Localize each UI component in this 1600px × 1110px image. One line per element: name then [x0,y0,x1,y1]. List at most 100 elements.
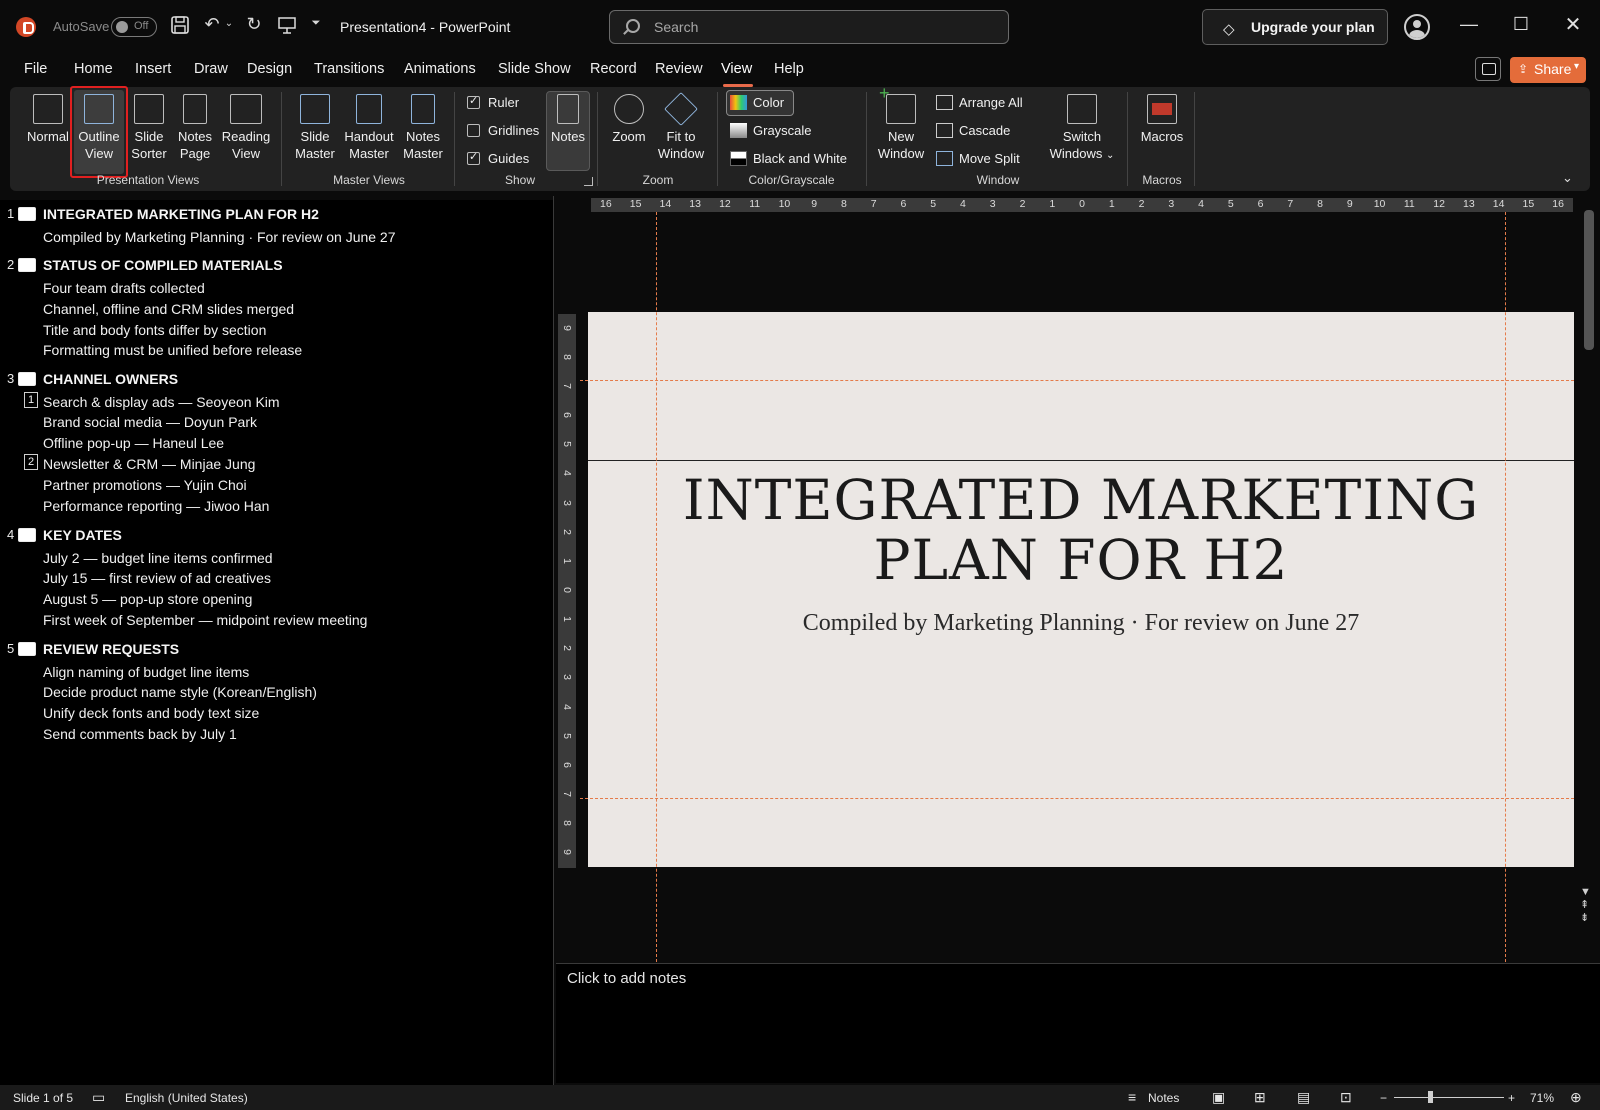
search-box[interactable]: Search [609,10,1009,44]
vertical-guide[interactable] [656,212,657,962]
tab-record[interactable]: Record [590,61,637,77]
vertical-scrollbar[interactable] [1584,210,1594,350]
outline-body-line[interactable]: Brand social media — Doyun Park [43,414,257,430]
customize-qat-icon[interactable]: ⏷ [308,17,324,30]
reading-view-status-icon[interactable]: ▤ [1297,1089,1310,1106]
slide-navigation[interactable]: ▼ ⇞ ⇟ [1580,886,1591,925]
account-avatar[interactable] [1404,14,1430,40]
minimize-icon[interactable]: — [1446,14,1492,35]
tab-insert[interactable]: Insert [135,61,171,77]
outline-slide-title[interactable]: REVIEW REQUESTS [43,641,179,657]
zoom-button[interactable]: Zoom [606,94,652,145]
handout-master-button[interactable]: Handout Master [340,94,398,162]
outline-slide-icon[interactable] [18,372,36,386]
vertical-ruler[interactable]: 9 8 7 6 5 4 3 2 1 0 1 2 3 4 5 6 7 8 9 [558,314,576,868]
outline-body-line[interactable]: Offline pop-up — Haneul Lee [43,435,224,451]
tab-review[interactable]: Review [655,61,703,77]
outline-body-line[interactable]: Newsletter & CRM — Minjae Jung [43,456,255,472]
notes-pane[interactable] [556,963,1600,1083]
zoom-level[interactable]: 71% [1530,1091,1554,1105]
vertical-guide[interactable] [1505,212,1506,962]
checkbox-gridlines[interactable] [467,124,480,137]
previous-slide-icon[interactable]: ⇞ [1580,899,1591,912]
outline-body-line[interactable]: Search & display ads — Seoyeon Kim [43,394,280,410]
slide-subtitle[interactable]: Compiled by Marketing Planning · For rev… [588,610,1574,637]
slide-title[interactable]: INTEGRATED MARKETING PLAN FOR H2 [588,470,1574,590]
tab-transitions[interactable]: Transitions [314,61,384,77]
slide-sorter-status-icon[interactable]: ⊞ [1254,1089,1266,1106]
zoom-slider-thumb[interactable] [1428,1091,1433,1103]
outline-body-line[interactable]: Title and body fonts differ by section [43,322,266,338]
switch-windows-button[interactable]: Switch Windows ⌄ [1046,94,1118,164]
outline-slide-title[interactable]: CHANNEL OWNERS [43,371,178,387]
outline-slide-icon[interactable] [18,642,36,656]
notes-placeholder[interactable]: Click to add notes [567,970,686,987]
arrange-all-button[interactable]: Arrange All [936,95,1023,110]
outline-body-line[interactable]: Align naming of budget line items [43,664,249,680]
outline-body-line[interactable]: Four team drafts collected [43,280,205,296]
slide-sorter-button[interactable]: Slide Sorter [126,94,172,162]
outline-slide-title[interactable]: INTEGRATED MARKETING PLAN FOR H2 [43,206,319,222]
outline-body-line[interactable]: Channel, offline and CRM slides merged [43,301,294,317]
outline-body-line[interactable]: Unify deck fonts and body text size [43,705,259,721]
outline-body-line[interactable]: First week of September — midpoint revie… [43,612,367,628]
slide-master-button[interactable]: Slide Master [290,94,340,162]
zoom-in-button[interactable]: + [1508,1091,1515,1105]
autosave-toggle[interactable]: Off [111,17,157,37]
outline-body-line[interactable]: Performance reporting — Jiwoo Han [43,498,269,514]
color-option[interactable]: Color [730,95,784,110]
save-icon[interactable] [168,15,192,40]
show-dialog-launcher-icon[interactable] [584,177,593,186]
new-window-button[interactable]: + New Window [874,84,928,162]
outline-body-line[interactable]: August 5 — pop-up store opening [43,591,252,607]
notes-toggle-icon[interactable]: ≡ [1128,1089,1136,1105]
normal-view-status-icon[interactable]: ▣ [1212,1089,1225,1106]
tab-help[interactable]: Help [774,61,804,77]
tab-design[interactable]: Design [247,61,292,77]
tab-draw[interactable]: Draw [194,61,228,77]
present-icon[interactable] [275,15,299,40]
redo-icon[interactable]: ↻ [242,14,266,35]
language-indicator[interactable]: English (United States) [125,1091,248,1105]
pane-splitter[interactable] [553,196,554,1085]
upgrade-plan-button[interactable]: ◇ Upgrade your plan [1202,9,1388,45]
outline-slide-icon[interactable] [18,258,36,272]
notes-toggle-label[interactable]: Notes [1148,1091,1179,1105]
next-slide-icon[interactable]: ⇟ [1580,912,1591,925]
macros-button[interactable]: Macros [1136,94,1188,145]
checkbox-guides[interactable] [467,150,480,165]
reading-view-button[interactable]: Reading View [220,94,272,162]
move-split-button[interactable]: Move Split [936,151,1020,166]
outline-view-button[interactable]: Outline View [74,94,124,162]
tab-file[interactable]: File [24,61,47,77]
fit-to-window-button[interactable]: Fit to Window [654,92,708,162]
outline-body-line[interactable]: Compiled by Marketing Planning · For rev… [43,229,396,245]
zoom-slider-track[interactable] [1394,1097,1504,1098]
horizontal-ruler[interactable]: 16 15 14 13 12 11 10 9 8 7 6 5 4 3 2 1 0 1 2 3 4 5 6 7 8 9 10 11 12 1… [591,198,1573,212]
outline-slide-icon[interactable] [18,528,36,542]
outline-slide-title[interactable]: STATUS OF COMPILED MATERIALS [43,257,283,273]
outline-slide-title[interactable]: KEY DATES [43,527,122,543]
slide-canvas[interactable]: INTEGRATED MARKETING PLAN FOR H2 Compile… [588,312,1574,867]
horizontal-guide[interactable] [580,798,1574,799]
maximize-icon[interactable]: ☐ [1498,14,1544,35]
tab-view[interactable]: View [721,61,752,77]
outline-body-line[interactable]: Partner promotions — Yujin Choi [43,477,247,493]
slideshow-status-icon[interactable]: ⊡ [1340,1089,1352,1106]
close-icon[interactable]: ✕ [1550,12,1596,37]
tab-animations[interactable]: Animations [404,61,476,77]
black-and-white-option[interactable]: Black and White [730,151,847,166]
tab-home[interactable]: Home [74,61,113,77]
notes-master-button[interactable]: Notes Master [399,94,447,162]
grayscale-option[interactable]: Grayscale [730,123,812,138]
ruler-checkbox[interactable]: Ruler [467,94,519,110]
gridlines-checkbox[interactable]: Gridlines [467,123,539,138]
undo-icon[interactable]: ↶ [200,14,224,35]
comments-button[interactable] [1475,57,1501,81]
checkbox-ruler[interactable] [467,94,480,109]
outline-body-line[interactable]: July 15 — first review of ad creatives [43,570,271,586]
collapse-ribbon-icon[interactable]: ⌄ [1562,170,1573,186]
cascade-button[interactable]: Cascade [936,123,1010,138]
notes-button[interactable]: Notes [546,94,590,145]
scroll-down-icon[interactable]: ▼ [1580,886,1591,899]
